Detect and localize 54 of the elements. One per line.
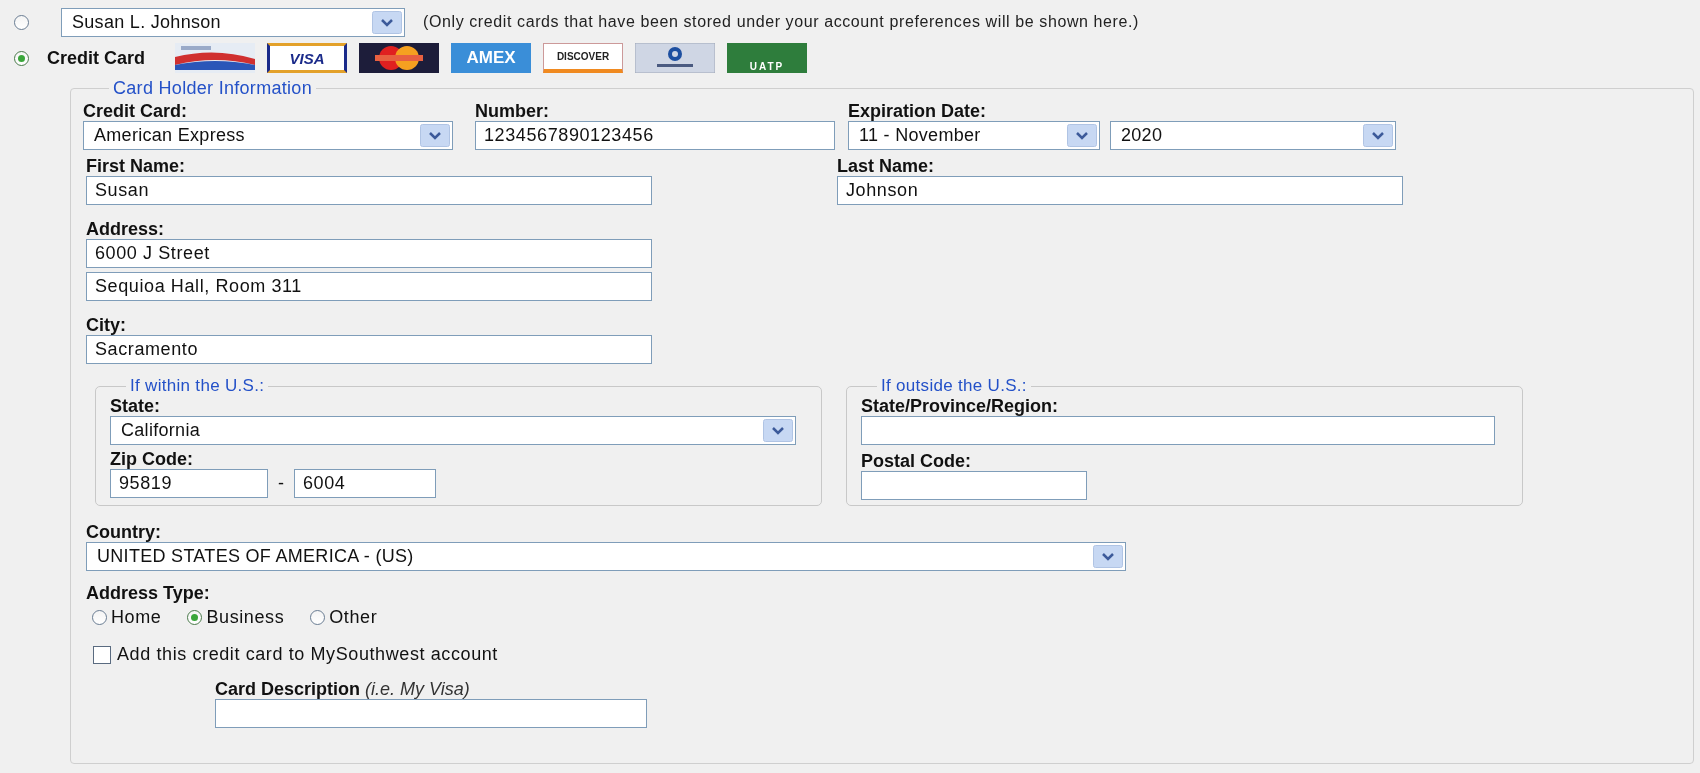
radio-button[interactable] xyxy=(92,610,107,625)
field-label: State/Province/Region: xyxy=(861,396,1060,416)
radio-label: Other xyxy=(329,607,378,628)
field-label: Credit Card: xyxy=(83,101,188,121)
radio-button[interactable] xyxy=(187,610,203,625)
card-logo-icon xyxy=(359,43,439,73)
country-dropdown[interactable]: UNITED STATES OF AMERICA - (US) xyxy=(86,542,1126,571)
checkbox-label: Add this credit card to MySouthwest account xyxy=(117,644,498,665)
input-field[interactable]: Sequioa Hall, Room 311 xyxy=(86,272,652,301)
card-description-field[interactable] xyxy=(215,699,647,728)
month-dropdown[interactable]: 11 - November xyxy=(848,121,1100,150)
field-label: City: xyxy=(86,315,127,335)
field-label: State: xyxy=(110,396,161,416)
dash-separator: - xyxy=(278,473,284,494)
state-dropdown[interactable]: California xyxy=(110,416,796,445)
input-field[interactable] xyxy=(861,471,1087,500)
field-label: Number: xyxy=(475,101,550,121)
field-label: Country: xyxy=(86,522,162,542)
field-label: Expiration Date: xyxy=(848,101,988,121)
panel-legend: Card Holder Information xyxy=(109,78,316,99)
field-label: Address Type: xyxy=(86,583,211,603)
radio-button[interactable] xyxy=(310,610,326,625)
help-note: (Only credit cards that have been stored under your account preferences will be shown here.) xyxy=(423,13,1139,31)
option-label: Credit Card xyxy=(47,47,145,69)
input-field[interactable] xyxy=(861,416,1495,445)
input-field[interactable]: Sacramento xyxy=(86,335,652,364)
card-type-dropdown[interactable]: American Express xyxy=(83,121,453,150)
input-field[interactable]: Johnson xyxy=(837,176,1403,205)
stored-card-dropdown[interactable]: Susan L. Johnson xyxy=(61,7,405,37)
field-label: Card Description (i.e. My Visa) xyxy=(215,679,471,699)
checkbox[interactable] xyxy=(93,645,111,664)
card-logo: UATP xyxy=(727,43,807,73)
card-logo: DISCOVER xyxy=(543,43,623,73)
field-label: Address: xyxy=(86,219,166,239)
panel-legend: If within the U.S.: xyxy=(126,376,269,396)
field-label: Zip Code: xyxy=(110,449,194,469)
card-logo-icon xyxy=(635,43,715,73)
zip-field[interactable]: 95819 xyxy=(110,469,268,498)
radio-label: Business xyxy=(206,607,285,628)
card-logo: VISA xyxy=(267,43,347,73)
year-dropdown[interactable]: 2020 xyxy=(1110,121,1396,150)
radio-button[interactable] xyxy=(14,14,29,30)
field-label: First Name: xyxy=(86,156,187,176)
radio-button[interactable] xyxy=(14,50,29,66)
card-logo-icon xyxy=(175,43,255,73)
card-logo: AMEX xyxy=(451,43,531,73)
radio-label: Home xyxy=(111,607,162,628)
card-number-field[interactable]: 1234567890123456 xyxy=(475,121,835,150)
field-label: Last Name: xyxy=(837,156,936,176)
input-field[interactable]: Susan xyxy=(86,176,652,205)
zip-extension-field[interactable]: 6004 xyxy=(294,469,436,498)
input-field[interactable]: 6000 J Street xyxy=(86,239,652,268)
field-label: Postal Code: xyxy=(861,451,972,471)
panel-legend: If outside the U.S.: xyxy=(877,376,1031,396)
